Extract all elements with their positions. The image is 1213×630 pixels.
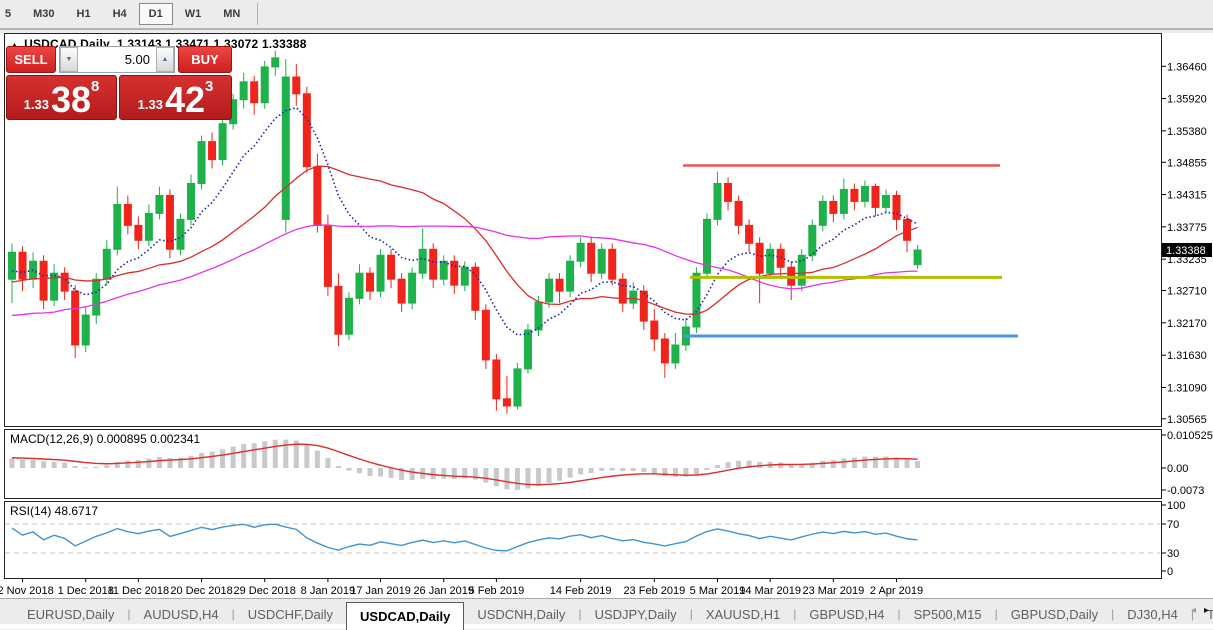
timeframe-button-h4[interactable]: H4 [103,3,137,25]
candle [797,249,806,292]
svg-text:1 Dec 2018: 1 Dec 2018 [58,585,114,597]
svg-text:5 Mar 2019: 5 Mar 2019 [690,585,746,597]
tab-sp500-m15[interactable]: SP500,M15 [901,602,995,626]
timeframe-toolbar: 5 M30 H1 H4 D1 W1 MN [0,0,1213,30]
tab-xauusd-h1[interactable]: XAUUSD,H1 [693,602,793,626]
timeframe-button-w1[interactable]: W1 [175,3,212,25]
timeframe-button-mn[interactable]: MN [213,3,250,25]
timeframe-button-5[interactable]: 5 [1,3,21,25]
candle [197,135,206,190]
svg-text:1.34855: 1.34855 [1167,157,1207,169]
candle [218,117,227,166]
svg-text:5 Feb 2019: 5 Feb 2019 [469,585,525,597]
candle [808,219,817,262]
candle [513,362,522,410]
one-click-trading-panel: SELL ▼ 5.00 ▲ BUY 1.33 38 8 1.33 42 3 [6,46,232,120]
volume-increase-button[interactable]: ▲ [156,47,174,72]
svg-text:0: 0 [1167,566,1173,578]
svg-text:1.36460: 1.36460 [1167,61,1207,73]
sell-price-sup: 8 [91,78,100,95]
svg-text:100: 100 [1167,500,1185,512]
tab-eurusd-daily[interactable]: EURUSD,Daily [14,602,127,626]
svg-text:1.33775: 1.33775 [1167,222,1207,234]
svg-text:1.31630: 1.31630 [1167,350,1207,362]
candle [408,267,417,310]
candle [165,189,174,259]
tab-usdcad-daily[interactable]: USDCAD,Daily [346,602,465,630]
timeframe-button-h1[interactable]: H1 [67,3,101,25]
svg-text:30: 30 [1167,548,1179,560]
candle [481,304,490,369]
rsi-panel [4,501,1162,579]
svg-text:20 Dec 2018: 20 Dec 2018 [170,585,232,597]
svg-text:23 Mar 2019: 23 Mar 2019 [802,585,864,597]
sell-price-big: 38 [50,79,91,121]
toolbar-separator [257,3,259,25]
buy-price-big: 42 [164,79,205,121]
candle [302,86,311,173]
candle [608,243,617,286]
svg-text:70: 70 [1167,519,1179,531]
svg-text:0.00: 0.00 [1167,463,1188,475]
svg-text:17 Jan 2019: 17 Jan 2019 [350,585,411,597]
svg-text:23 Feb 2019: 23 Feb 2019 [623,585,685,597]
tab-gbpusd-h4[interactable]: GBPUSD,H4 [796,602,897,626]
svg-text:26 Jan 2019: 26 Jan 2019 [413,585,474,597]
svg-text:1.30565: 1.30565 [1167,414,1207,426]
candle [566,255,575,298]
timeframe-button-m30[interactable]: M30 [23,3,64,25]
tab-scroll-arrows: ◂ ▸ [1191,605,1209,616]
svg-text:1.33388: 1.33388 [1166,245,1206,257]
chart-window: 1.36460 1.35920 1.35380 1.34855 1.34315 1.337… [0,33,1213,598]
timeframe-button-d1[interactable]: D1 [138,3,173,25]
sell-price-button[interactable]: 1.33 38 8 [6,75,117,120]
buy-button[interactable]: BUY [178,46,232,73]
tab-scroll-right-icon[interactable]: ▸ [1204,605,1209,616]
current-price-tag: 1.33388 [1162,243,1212,257]
svg-text:1.35380: 1.35380 [1167,126,1207,138]
svg-text:14 Mar 2019: 14 Mar 2019 [739,585,801,597]
candle [344,292,353,341]
svg-text:8 Jan 2019: 8 Jan 2019 [301,585,355,597]
svg-text:-0.0073: -0.0073 [1167,485,1204,497]
candle [323,214,332,296]
svg-text:14 Feb 2019: 14 Feb 2019 [550,585,612,597]
tab-usdcnh-daily[interactable]: USDCNH,Daily [464,602,578,626]
candle [176,213,185,256]
svg-text:1.32710: 1.32710 [1167,286,1207,298]
volume-input[interactable]: 5.00 [78,47,156,72]
tab-dj30-h4[interactable]: DJ30,H4 [1114,602,1191,626]
macd-title: MACD(12,26,9) 0.000895 0.002341 [10,432,201,446]
buy-price-button[interactable]: 1.33 42 3 [119,75,232,120]
candle [260,60,269,109]
svg-text:1.31090: 1.31090 [1167,382,1207,394]
tab-usdjpy-daily[interactable]: USDJPY,Daily [582,602,690,626]
candle [281,59,290,233]
tab-gbpusd-daily[interactable]: GBPUSD,Daily [998,602,1111,626]
svg-text:11 Dec 2018: 11 Dec 2018 [108,585,170,597]
candle [376,249,385,298]
svg-text:1.35920: 1.35920 [1167,94,1207,106]
sell-button[interactable]: SELL [6,46,56,73]
buy-price-sup: 3 [205,78,214,95]
svg-text:22 Nov 2018: 22 Nov 2018 [0,585,54,597]
volume-spinner: ▼ 5.00 ▲ [59,46,175,73]
svg-text:1.34315: 1.34315 [1167,190,1207,202]
tab-usdchf-daily[interactable]: USDCHF,Daily [235,602,346,626]
svg-text:2 Apr 2019: 2 Apr 2019 [870,585,923,597]
candle [523,324,532,374]
tab-scroll-left-icon[interactable]: ◂ [1191,605,1196,616]
svg-text:29 Dec 2018: 29 Dec 2018 [234,585,296,597]
volume-decrease-button[interactable]: ▼ [60,47,78,72]
chart-tab-bar: EURUSD,Daily | AUDUSD,H4 | USDCHF,Daily USDCA… [0,598,1213,630]
sell-price-prefix: 1.33 [23,97,49,112]
tab-audusd-h4[interactable]: AUDUSD,H4 [131,602,232,626]
buy-price-prefix: 1.33 [137,97,163,112]
rsi-title: RSI(14) 48.6717 [10,504,99,518]
candle [702,213,711,280]
svg-text:1.32170: 1.32170 [1167,318,1207,330]
svg-text:0.010525: 0.010525 [1167,430,1213,442]
